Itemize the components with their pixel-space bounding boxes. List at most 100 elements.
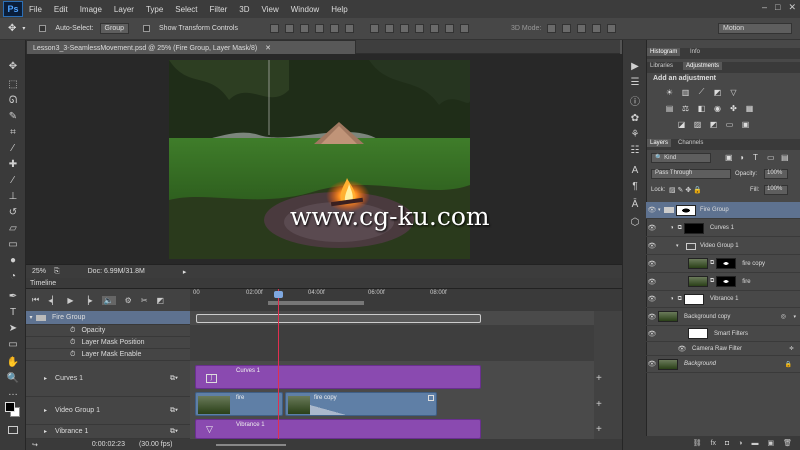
layer-mask-thumbnail[interactable]: [716, 276, 737, 287]
add-media-icon[interactable]: +: [596, 399, 602, 410]
paragraph-icon[interactable]: ¶: [628, 180, 642, 192]
3d-panel-icon[interactable]: ⬡: [628, 216, 642, 228]
step-forward-icon[interactable]: ▕▸: [83, 296, 93, 305]
rectangle-tool-icon[interactable]: ▭: [6, 338, 20, 350]
align-vcenter-button[interactable]: [285, 24, 294, 33]
clone-source-icon[interactable]: ⚘: [628, 128, 642, 140]
visibility-eye-icon[interactable]: 👁: [646, 206, 658, 214]
collapse-arrow-icon[interactable]: ▾: [793, 314, 796, 320]
glyphs-icon[interactable]: Ā: [628, 198, 642, 210]
marquee-tool-icon[interactable]: ⬚: [6, 78, 20, 90]
visibility-eye-icon[interactable]: 👁: [646, 224, 658, 232]
distribute-bottom-button[interactable]: [400, 24, 409, 33]
fire-group-range-bar[interactable]: [196, 314, 481, 323]
minimize-button[interactable]: –: [762, 2, 767, 13]
playhead-handle[interactable]: [274, 291, 283, 298]
align-right-button[interactable]: [345, 24, 354, 33]
3d-orbit-button[interactable]: [547, 24, 557, 33]
track-video-group-1[interactable]: ▸ Video Group 1 ⧉▾: [26, 397, 190, 425]
track-vibrance-1[interactable]: ▸ Vibrance 1 ⧉▾: [26, 425, 190, 439]
layer-background[interactable]: 👁 Background 🔒: [646, 356, 800, 373]
distribute-vcenter-button[interactable]: [385, 24, 394, 33]
split-scissors-icon[interactable]: ✂: [141, 296, 148, 305]
brightness-contrast-icon[interactable]: ☀: [665, 88, 674, 97]
layer-fire-copy[interactable]: 👁 ⧉ fire copy: [646, 255, 800, 273]
layer-vibrance-1[interactable]: 👁 ◑ ⧉ Vibrance 1: [646, 291, 800, 308]
maximize-button[interactable]: □: [775, 2, 780, 13]
distribute-hcenter-button[interactable]: [430, 24, 439, 33]
hand-tool-icon[interactable]: ✋: [6, 356, 20, 368]
clip-end-icon[interactable]: [428, 395, 434, 401]
align-bottom-button[interactable]: [300, 24, 309, 33]
brush-tool-icon[interactable]: ∕: [6, 174, 20, 186]
link-layers-icon[interactable]: ⛓: [693, 439, 702, 447]
align-left-button[interactable]: [315, 24, 324, 33]
lock-pixels-icon[interactable]: ▨ ✎ ✥ 🔒: [669, 186, 702, 194]
eyedropper-tool-icon[interactable]: ⁄: [6, 142, 20, 154]
render-video-icon[interactable]: ↪: [32, 441, 38, 449]
status-arrow-icon[interactable]: ▸: [183, 268, 187, 276]
layer-mask-thumbnail[interactable]: [683, 222, 704, 234]
layer-mask-thumbnail[interactable]: [683, 293, 704, 305]
stopwatch-icon[interactable]: ⏱: [70, 351, 75, 359]
quick-mask-icon[interactable]: [8, 426, 18, 434]
path-select-tool-icon[interactable]: ➤: [6, 322, 20, 334]
tab-adjustments[interactable]: Adjustments: [683, 62, 723, 70]
menu-layer[interactable]: Layer: [108, 5, 140, 14]
menu-3d[interactable]: 3D: [233, 5, 255, 14]
pen-tool-icon[interactable]: ✒: [6, 290, 20, 302]
prop-opacity[interactable]: ⏱ Opacity: [26, 325, 190, 337]
auto-align-button[interactable]: [460, 24, 469, 33]
filter-type-icon[interactable]: T: [753, 153, 758, 162]
3d-slide-button[interactable]: [592, 24, 602, 33]
posterize-icon[interactable]: ▨: [693, 120, 702, 129]
layer-background-copy[interactable]: 👁 Background copy ◎ ▾: [646, 308, 800, 326]
prop-layer-mask-position[interactable]: ⏱ Layer Mask Position: [26, 337, 190, 349]
smart-filter-mask-thumbnail[interactable]: [688, 328, 708, 339]
menu-edit[interactable]: Edit: [48, 5, 74, 14]
go-to-first-icon[interactable]: ⏮: [32, 295, 39, 305]
eraser-tool-icon[interactable]: ▱: [6, 222, 20, 234]
filter-options-icon[interactable]: ≑: [789, 345, 794, 352]
selective-color-icon[interactable]: ▣: [741, 120, 750, 129]
close-button[interactable]: ✕: [788, 2, 796, 13]
layer-fire[interactable]: 👁 ⧉ fire: [646, 273, 800, 291]
clone-stamp-tool-icon[interactable]: ⊥: [6, 190, 20, 202]
clip-curves-1[interactable]: ∫ Curves 1: [195, 365, 481, 389]
foreground-color-swatch[interactable]: [5, 402, 15, 412]
layer-video-group-1[interactable]: 👁 ▾ Video Group 1: [646, 238, 800, 255]
move-tool-icon[interactable]: ✥: [6, 60, 20, 72]
clip-vibrance-1[interactable]: ▽ Vibrance 1: [195, 419, 481, 439]
visibility-eye-icon[interactable]: 👁: [676, 345, 688, 353]
new-group-icon[interactable]: ▬: [751, 440, 758, 447]
filter-pixel-icon[interactable]: ▣: [725, 153, 733, 162]
tab-layers[interactable]: Layers: [647, 139, 672, 147]
clip-fire-copy[interactable]: fire copy: [285, 392, 437, 416]
lasso-tool-icon[interactable]: ᘏ: [6, 94, 20, 106]
delete-layer-icon[interactable]: 🗑: [783, 439, 792, 447]
export-icon[interactable]: ⎘: [54, 268, 60, 276]
tab-histogram[interactable]: Histogram: [647, 48, 681, 56]
more-tools-icon[interactable]: …: [6, 386, 20, 398]
photo-filter-icon[interactable]: ◉: [713, 104, 722, 113]
visibility-eye-icon[interactable]: 👁: [646, 360, 658, 368]
menu-help[interactable]: Help: [325, 5, 353, 14]
tab-info[interactable]: Info: [687, 48, 703, 56]
opacity-field[interactable]: 100%: [764, 169, 788, 179]
hue-saturation-icon[interactable]: ▤: [665, 104, 674, 113]
tool-preset-arrow[interactable]: ▾: [22, 25, 25, 32]
gradient-map-icon[interactable]: ▭: [725, 120, 734, 129]
filter-kind-dropdown[interactable]: 🔍 Kind: [651, 153, 711, 163]
black-white-icon[interactable]: ◧: [697, 104, 706, 113]
visibility-eye-icon[interactable]: 👁: [646, 260, 658, 268]
visibility-eye-icon[interactable]: 👁: [646, 313, 658, 321]
menu-file[interactable]: File: [23, 5, 48, 14]
add-media-icon[interactable]: +: [596, 424, 602, 435]
blur-tool-icon[interactable]: ●: [6, 254, 20, 266]
vibrance-icon[interactable]: ▽: [729, 88, 738, 97]
3d-pan-button[interactable]: [577, 24, 587, 33]
prop-layer-mask-enable[interactable]: ⏱ Layer Mask Enable: [26, 349, 190, 361]
curves-icon[interactable]: ⟋: [697, 87, 706, 96]
tab-libraries[interactable]: Libraries: [647, 62, 676, 70]
distribute-left-button[interactable]: [415, 24, 424, 33]
